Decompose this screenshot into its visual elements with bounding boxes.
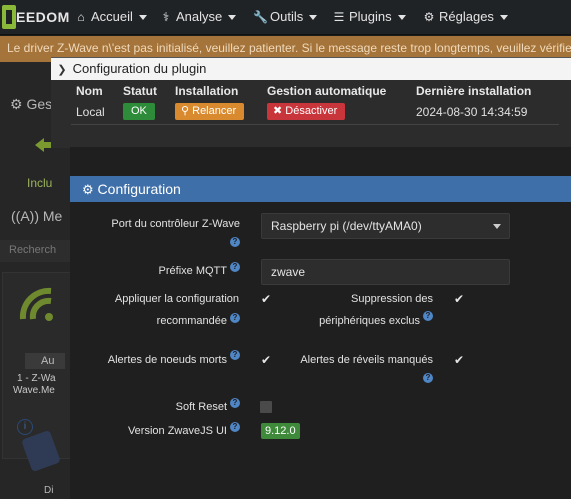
soft-reset-label: Soft Reset xyxy=(175,401,227,413)
logo-text: EEDOM xyxy=(16,9,70,25)
gestion-heading: ⚙ Ges xyxy=(10,96,52,113)
nav-accueil[interactable]: ⌂ Accueil xyxy=(74,0,147,34)
list-icon: ☰ xyxy=(333,10,345,24)
help-icon[interactable]: ? xyxy=(230,398,240,408)
gear-icon: ⚙ xyxy=(423,10,435,24)
gears-icon: ⚙ xyxy=(82,182,94,197)
mqtt-prefix-value: zwave xyxy=(271,265,306,279)
soft-reset-checkbox[interactable] xyxy=(260,401,272,413)
dead-nodes-label: Alertes de noeuds morts xyxy=(107,354,227,366)
help-icon[interactable]: ? xyxy=(230,237,240,247)
help-icon[interactable]: ? xyxy=(423,373,433,383)
chevron-down-icon xyxy=(397,15,406,21)
chevron-right-icon: ❯ xyxy=(57,64,67,76)
relancer-button[interactable]: ⚲ Relancer xyxy=(175,103,245,120)
help-icon[interactable]: ? xyxy=(230,262,240,272)
version-label: Version ZwaveJS UI xyxy=(127,425,227,437)
nav-plugins[interactable]: ☰ Plugins xyxy=(332,0,406,34)
plugin-configuration-panel: ❯ Configuration du plugin Nom Statut Ins… xyxy=(51,57,571,148)
nav-plugins-label: Plugins xyxy=(349,9,392,24)
help-icon[interactable]: ? xyxy=(423,311,433,321)
configuration-title: Configuration xyxy=(97,181,181,197)
chevron-down-icon xyxy=(493,224,501,229)
apply-config-checkbox[interactable]: ✔ xyxy=(260,293,272,305)
col-header-derniere: Dernière installation xyxy=(416,84,532,98)
port-label: Port du contrôleur Z-Wave xyxy=(111,218,240,230)
jeedom-logo[interactable]: EEDOM xyxy=(2,2,69,32)
nav-outils-label: Outils xyxy=(270,9,304,24)
desactiver-label: Désactiver xyxy=(285,105,338,117)
device-card[interactable]: Au 1 - Z-Wa Wave.Me xyxy=(2,272,72,459)
wifi-icon xyxy=(19,287,53,321)
mqtt-label: Préfixe MQTT xyxy=(158,265,227,277)
mesh-heading: ((A)) Me xyxy=(11,208,62,224)
port-select[interactable]: Raspberry pi (/dev/ttyAMA0) xyxy=(261,213,510,239)
search-field[interactable]: Recherch xyxy=(0,240,70,262)
port-select-value: Raspberry pi (/dev/ttyAMA0) xyxy=(271,219,422,233)
col-header-statut: Statut xyxy=(123,84,157,98)
chevron-down-icon xyxy=(138,15,147,21)
suppression-checkbox[interactable]: ✔ xyxy=(453,293,465,305)
plugin-panel-header[interactable]: ❯ Configuration du plugin xyxy=(51,58,571,80)
mqtt-prefix-input[interactable]: zwave xyxy=(261,259,510,285)
help-icon[interactable]: ? xyxy=(230,350,240,360)
missed-wakeup-checkbox[interactable]: ✔ xyxy=(453,354,465,366)
chevron-down-icon xyxy=(499,15,508,21)
col-header-gestion: Gestion automatique xyxy=(267,84,387,98)
stethoscope-icon: ⚕ xyxy=(162,10,170,24)
desactiver-button[interactable]: ✖ Désactiver xyxy=(267,103,346,120)
nav-accueil-label: Accueil xyxy=(91,9,133,24)
device-name-line1: 1 - Z-Wa xyxy=(17,373,56,384)
plugin-panel-title: Configuration du plugin xyxy=(72,61,207,76)
mesh-label: Me xyxy=(42,208,63,224)
home-icon: ⌂ xyxy=(77,10,85,24)
network-icon: ((A)) xyxy=(11,208,39,224)
table-divider xyxy=(71,124,559,125)
gestion-label: Ges xyxy=(26,96,53,112)
nav-reglages[interactable]: ⚙ Réglages xyxy=(422,0,508,34)
missed-wakeup-label: Alertes de réveils manqués xyxy=(300,354,433,366)
configuration-header: ⚙ Configuration xyxy=(70,176,571,202)
bicycle-icon: ⚲ xyxy=(181,105,190,117)
col-header-nom: Nom xyxy=(76,84,103,98)
chevron-down-icon xyxy=(309,15,318,21)
nav-reglages-label: Réglages xyxy=(439,9,494,24)
close-icon: ✖ xyxy=(273,105,283,117)
logo-mark-icon xyxy=(2,5,16,29)
device-state-badge: Au xyxy=(25,353,65,369)
device-name-line2: Wave.Me xyxy=(13,385,55,396)
wrench-icon: 🔧 xyxy=(253,10,268,24)
nav-analyse-label: Analyse xyxy=(176,9,223,24)
search-placeholder: Recherch xyxy=(9,244,57,256)
chevron-down-icon xyxy=(228,15,237,21)
status-badge: OK xyxy=(123,103,155,120)
col-header-installation: Installation xyxy=(175,84,239,98)
nav-outils[interactable]: 🔧 Outils xyxy=(253,0,318,34)
help-icon[interactable]: ? xyxy=(230,313,240,323)
inclusion-label: Inclu xyxy=(27,176,53,190)
info-icon[interactable]: i xyxy=(17,419,33,435)
suppression-label-1: Suppression des xyxy=(351,293,433,305)
version-badge: 9.12.0 xyxy=(261,423,300,439)
row-derniere-installation: 2024-08-30 14:34:59 xyxy=(416,105,528,119)
suppression-label-2: périphériques exclus xyxy=(319,315,420,327)
relancer-label: Relancer xyxy=(192,105,237,117)
apply-config-label-2: recommandée xyxy=(156,315,227,327)
help-icon[interactable]: ? xyxy=(230,422,240,432)
nav-analyse[interactable]: ⚕ Analyse xyxy=(159,0,237,34)
apply-config-label-1: Appliquer la configuration xyxy=(114,293,239,305)
gear-icon: ⚙ xyxy=(10,96,23,112)
device2-label: Di xyxy=(44,485,54,496)
row-nom: Local xyxy=(76,105,105,119)
navbar: EEDOM ⌂ Accueil ⚕ Analyse 🔧 Outils ☰ Plugins… xyxy=(0,0,571,35)
dead-nodes-checkbox[interactable]: ✔ xyxy=(260,354,272,366)
